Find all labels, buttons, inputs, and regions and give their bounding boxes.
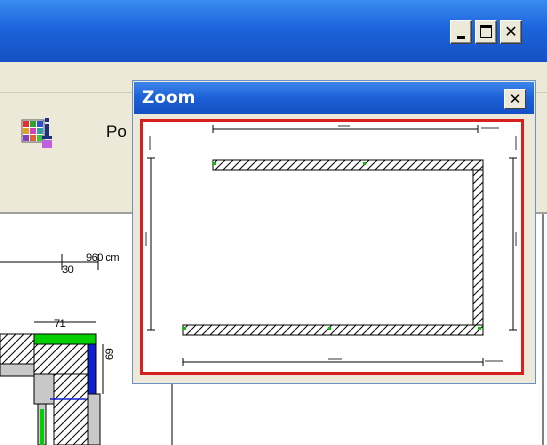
zoom-plan-preview — [145, 125, 517, 366]
dimension-label-top-wall: 71 — [54, 318, 66, 330]
zoom-title: Zoom — [142, 88, 196, 108]
dimension-label-total: 960 cm — [86, 252, 120, 264]
zoom-window[interactable]: Zoom ✕ — [132, 80, 536, 384]
dimension-label-small: 30 — [62, 264, 74, 276]
wall-blue — [87, 343, 97, 395]
close-button[interactable]: ✕ — [500, 20, 522, 44]
main-title-bar[interactable]: ✕ — [0, 0, 547, 62]
zoom-title-bar[interactable]: Zoom ✕ — [134, 82, 534, 114]
maximize-icon — [480, 25, 492, 38]
minimize-icon — [457, 36, 465, 39]
zoom-close-button[interactable]: ✕ — [504, 89, 526, 109]
grid-info-icon[interactable] — [20, 116, 54, 150]
zoom-wall-bottom — [182, 324, 484, 336]
close-icon: ✕ — [508, 90, 522, 108]
zoom-wall-top — [212, 159, 484, 171]
wall-green — [33, 333, 97, 345]
minimize-button[interactable] — [450, 20, 472, 44]
app-screen: ✕ Po 30 960 cm 71 69 Zoom ✕ — [0, 0, 547, 445]
zoom-wall-right — [472, 169, 484, 331]
toolbar-label-po[interactable]: Po — [106, 122, 127, 142]
close-icon: ✕ — [504, 22, 518, 41]
dimension-label-side-wall: 69 — [104, 348, 116, 360]
maximize-button[interactable] — [475, 20, 497, 44]
zoom-preview[interactable] — [140, 119, 524, 375]
